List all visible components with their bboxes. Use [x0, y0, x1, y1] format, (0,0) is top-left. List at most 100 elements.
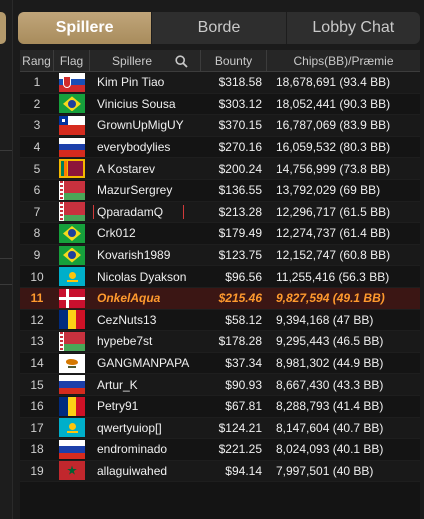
player-name: Artur_K: [97, 377, 138, 392]
divider: [0, 258, 12, 259]
player-name: OnkelAqua: [97, 291, 161, 306]
table-body: 1 Kim Pin Tiao $318.58 18,678,691 (93.4 BB)…: [20, 72, 420, 483]
table-row[interactable]: 16 Petry91 $67.81 8,288,793 (41.4 BB): [20, 396, 420, 418]
header-flag[interactable]: Flag: [54, 50, 90, 71]
bounty-cell: $179.49: [218, 226, 262, 241]
flag-cell: [54, 223, 90, 244]
player-name: GANGMANPAPA: [97, 356, 190, 371]
rank-cell: 5: [33, 161, 41, 176]
player-name: CezNuts13: [97, 312, 157, 327]
table-row[interactable]: 18 endrominado $221.25 8,024,093 (40.1 BB): [20, 439, 420, 461]
rank-cell: 6: [33, 183, 41, 198]
flag-cell: [54, 72, 90, 93]
player-name: hypebe7st: [97, 334, 153, 349]
rank-cell: 17: [30, 420, 44, 435]
player-name-cell[interactable]: qwertyuiop[]: [90, 421, 201, 435]
header-rank[interactable]: Rang: [20, 50, 54, 71]
flag-cell: [54, 374, 90, 395]
table-row[interactable]: 1 Kim Pin Tiao $318.58 18,678,691 (93.4 BB): [20, 72, 420, 94]
rank-cell: 10: [30, 269, 44, 284]
table-row[interactable]: 8 Crk012 $179.49 12,274,737 (61.4 BB): [20, 223, 420, 245]
rank-cell: 14: [30, 356, 44, 371]
flag-cell: [54, 288, 90, 309]
table-row[interactable]: 3 GrownUpMigUY $370.15 16,787,069 (83.9 BB): [20, 115, 420, 137]
rank-cell: 11: [30, 291, 44, 306]
chips-cell: 7,997,501 (40 BB): [276, 463, 374, 478]
header-players[interactable]: Spillere: [90, 50, 201, 71]
flag-cell: [54, 115, 90, 136]
table-row[interactable]: 19 allaguiwahed $94.14 7,997,501 (40 BB): [20, 460, 420, 483]
player-name-cell[interactable]: CezNuts13: [90, 313, 201, 327]
table-row[interactable]: 4 everybodylies $270.16 16,059,532 (80.3 BB…: [20, 137, 420, 159]
bounty-cell: $213.28: [218, 204, 262, 219]
table-row[interactable]: 6 MazurSergrey $136.55 13,792,029 (69 BB): [20, 180, 420, 202]
rank-cell: 13: [30, 334, 44, 349]
player-name-cell[interactable]: Kovarish1989: [90, 248, 201, 262]
player-name-cell[interactable]: GANGMANPAPA: [90, 356, 201, 370]
table-header: Rang Flag Spillere Bounty Chips(BB)/Præm…: [20, 50, 420, 72]
table-row[interactable]: 15 Artur_K $90.93 8,667,430 (43.3 BB): [20, 374, 420, 396]
player-name: qwertyuiop[]: [97, 420, 162, 435]
player-name-cell[interactable]: GrownUpMigUY: [90, 118, 201, 132]
table-row[interactable]: 2 Vinicius Sousa $303.12 18,052,441 (90.3 B…: [20, 94, 420, 116]
player-name-cell[interactable]: Crk012: [90, 226, 201, 240]
player-name-cell[interactable]: endrominado: [90, 442, 201, 456]
table-row[interactable]: 12 CezNuts13 $58.12 9,394,168 (47 BB): [20, 310, 420, 332]
chips-cell: 8,667,430 (43.3 BB): [276, 377, 384, 392]
header-bounty[interactable]: Bounty: [201, 50, 267, 71]
player-name-cell[interactable]: hypebe7st: [90, 334, 201, 348]
flag-cell: [54, 439, 90, 460]
player-name-cell[interactable]: MazurSergrey: [90, 183, 201, 197]
player-name: endrominado: [97, 442, 168, 457]
player-name: QparadamQ: [93, 204, 185, 219]
chips-cell: 12,296,717 (61.5 BB): [276, 204, 391, 219]
player-name-cell[interactable]: allaguiwahed: [90, 464, 201, 478]
table-row[interactable]: 7 QparadamQ $213.28 12,296,717 (61.5 BB): [20, 201, 420, 224]
tab-tables[interactable]: Borde: [152, 12, 287, 44]
table-row[interactable]: 10 Nicolas Dyakson $96.56 11,255,416 (56.3 …: [20, 266, 420, 288]
bounty-cell: $221.25: [218, 442, 262, 457]
rank-cell: 1: [33, 75, 41, 90]
bounty-cell: $124.21: [218, 420, 262, 435]
player-name-cell[interactable]: Kim Pin Tiao: [90, 75, 201, 89]
chips-cell: 14,756,999 (73.8 BB): [276, 161, 391, 176]
side-tab[interactable]: [0, 12, 6, 44]
player-name: Nicolas Dyakson: [97, 269, 187, 284]
bounty-cell: $67.81: [225, 399, 262, 414]
table-row[interactable]: 11 OnkelAqua $215.46 9,827,594 (49.1 BB): [20, 287, 420, 310]
chips-cell: 12,152,747 (60.8 BB): [276, 248, 391, 263]
tab-players[interactable]: Spillere: [18, 12, 153, 44]
flag-cell: [54, 202, 90, 223]
player-name-cell[interactable]: OnkelAqua: [90, 291, 201, 305]
table-row[interactable]: 17 qwertyuiop[] $124.21 8,147,604 (40.7 BB): [20, 417, 420, 440]
flag-cell: [54, 245, 90, 266]
flag-cell: [54, 94, 90, 115]
flag-romania-icon: [59, 396, 85, 416]
flag-russia-icon: [59, 137, 85, 157]
bounty-cell: $96.56: [225, 269, 262, 284]
player-name-cell[interactable]: A Kostarev: [90, 162, 201, 176]
player-name: Kim Pin Tiao: [97, 75, 165, 90]
chips-cell: 8,147,604 (40.7 BB): [276, 420, 384, 435]
flag-cell: [54, 137, 90, 158]
player-name-cell[interactable]: Nicolas Dyakson: [90, 270, 201, 284]
rank-cell: 7: [33, 204, 41, 219]
flag-russia-icon: [59, 439, 85, 459]
table-row[interactable]: 14 GANGMANPAPA $37.34 8,981,302 (44.9 BB): [20, 353, 420, 375]
table-row[interactable]: 5 A Kostarev $200.24 14,756,999 (73.8 BB): [20, 158, 420, 180]
player-name-cell[interactable]: Artur_K: [90, 378, 201, 392]
flag-cell: [54, 353, 90, 374]
search-icon[interactable]: [175, 55, 188, 68]
chips-cell: 16,787,069 (83.9 BB): [276, 118, 391, 133]
table-row[interactable]: 13 hypebe7st $178.28 9,295,443 (46.5 BB): [20, 331, 420, 353]
player-name-cell[interactable]: everybodylies: [90, 140, 201, 154]
chips-cell: 16,059,532 (80.3 BB): [276, 140, 391, 155]
player-name-cell[interactable]: Petry91: [90, 399, 201, 413]
player-name-cell[interactable]: QparadamQ: [90, 204, 201, 219]
table-row[interactable]: 9 Kovarish1989 $123.75 12,152,747 (60.8 BB): [20, 244, 420, 267]
tab-lobby-chat[interactable]: Lobby Chat: [287, 12, 420, 44]
player-name: allaguiwahed: [97, 463, 168, 478]
flag-russia-icon: [59, 375, 85, 395]
player-name-cell[interactable]: Vinicius Sousa: [90, 97, 201, 111]
header-chips[interactable]: Chips(BB)/Præmie: [267, 50, 420, 71]
